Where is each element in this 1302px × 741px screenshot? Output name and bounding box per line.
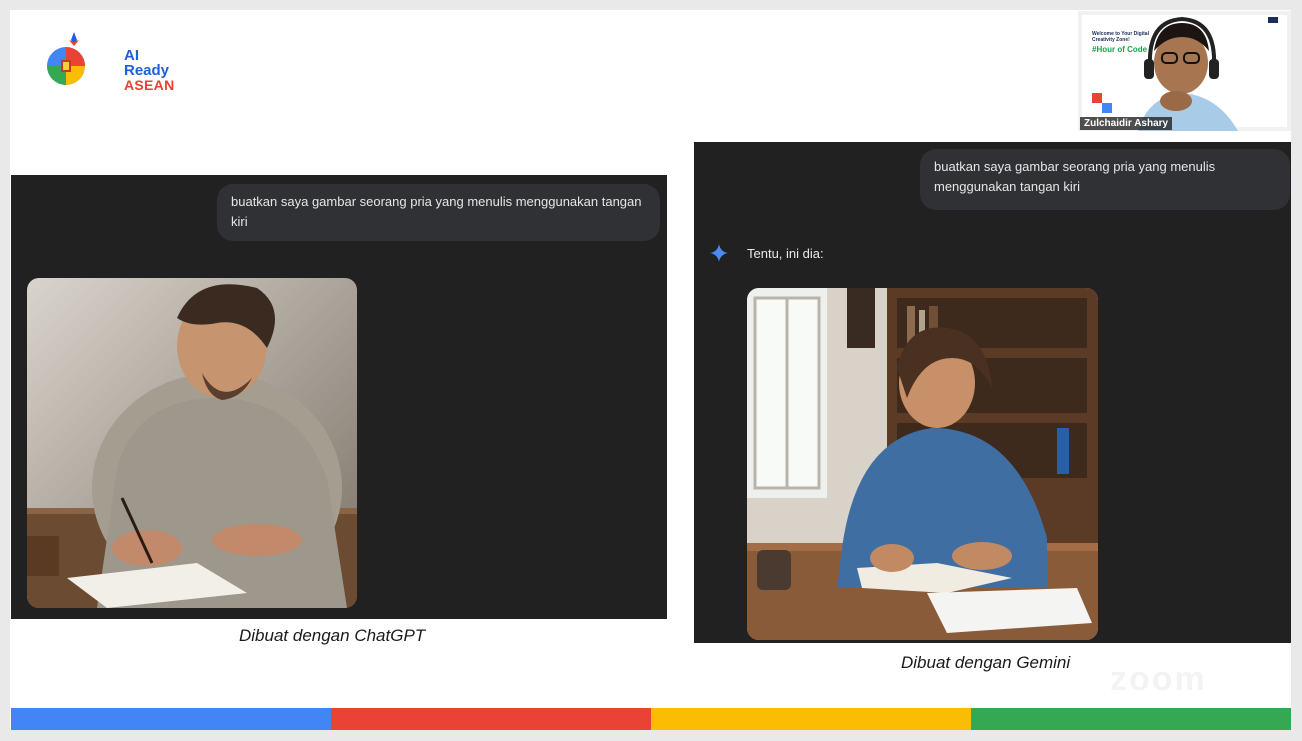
screen-frame: AI Ready ASEAN buatkan saya gambar seora… <box>0 0 1302 741</box>
logo-title: AI Ready <box>124 47 170 79</box>
participant-name-label: Zulchaidir Ashary <box>1080 117 1173 130</box>
user-prompt-bubble: buatkan saya gambar seorang pria yang me… <box>920 149 1290 210</box>
brand-color-bar <box>11 708 1291 730</box>
chatgpt-panel: buatkan saya gambar seorang pria yang me… <box>11 175 667 619</box>
reply-text: Tentu, ini dia: <box>747 246 824 261</box>
color-bar-yellow <box>651 708 971 730</box>
webcam-banner-line2: Creativity Zone! <box>1092 37 1130 43</box>
gemini-sparkle-icon <box>710 244 728 262</box>
color-bar-blue <box>11 708 331 730</box>
webcam-hashtag: #Hour of Code <box>1092 45 1148 54</box>
man-writing-image <box>747 288 1098 640</box>
webcam-banner-text: Welcome to Your Digital Creativity Zone! <box>1092 31 1149 43</box>
logo-subtitle: ASEAN <box>124 77 175 93</box>
presentation-slide: AI Ready ASEAN buatkan saya gambar seora… <box>10 10 1291 730</box>
generated-image-gemini <box>747 288 1098 640</box>
webcam-feed-image <box>1078 11 1291 131</box>
color-bar-red <box>331 708 651 730</box>
logo-emblem-icon <box>47 32 85 85</box>
participant-video-thumbnail[interactable]: Welcome to Your Digital Creativity Zone!… <box>1078 11 1291 131</box>
color-bar-green <box>971 708 1291 730</box>
gemini-panel: buatkan saya gambar seorang pria yang me… <box>694 142 1291 643</box>
caption-gemini: Dibuat dengan Gemini <box>901 653 1071 672</box>
zoom-watermark: zoom <box>1110 660 1207 698</box>
man-writing-image <box>27 278 357 608</box>
user-prompt-bubble: buatkan saya gambar seorang pria yang me… <box>217 184 660 241</box>
caption-chatgpt: Dibuat dengan ChatGPT <box>239 626 426 645</box>
generated-image-chatgpt <box>27 278 357 608</box>
ai-ready-asean-logo: AI Ready ASEAN <box>44 32 174 93</box>
